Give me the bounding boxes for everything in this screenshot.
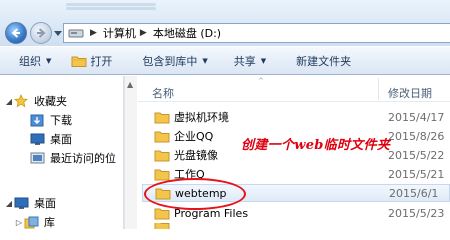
nav-item-downloads[interactable]: 下载 xyxy=(30,111,72,129)
folder-icon xyxy=(154,150,170,161)
command-toolbar: 组织 ▼ 打开 包含到库中 ▼ 共享 ▼ 新建文件夹 xyxy=(0,46,450,75)
share-button[interactable]: 共享 ▼ xyxy=(227,50,273,72)
recent-pages-dropdown-icon[interactable] xyxy=(54,31,62,37)
annotation-text: 创建一个web临时文件夹 xyxy=(241,138,391,153)
desktop-icon xyxy=(14,196,30,210)
folder-icon xyxy=(154,208,170,219)
file-date: 2015/8/26 xyxy=(388,129,445,143)
organize-label: 组织 xyxy=(19,54,41,68)
nav-item-recent-places[interactable]: 最近访问的位 xyxy=(30,149,116,167)
navigation-scrollbar[interactable]: ▲ xyxy=(124,76,137,229)
collapse-arrow-icon[interactable]: ▷ xyxy=(14,218,24,227)
file-date: 2015/5/22 xyxy=(388,148,445,162)
desktop-icon xyxy=(30,132,46,146)
expand-arrow-icon[interactable]: ◢ xyxy=(4,97,14,106)
breadcrumb-computer[interactable]: 计算机 xyxy=(103,25,136,41)
scroll-up-arrow-icon[interactable]: ▲ xyxy=(127,80,133,89)
open-folder-icon xyxy=(71,56,87,67)
navigation-pane: ◢ 收藏夹 下载 桌面 最近访问的位 ◢ 桌面 ▷ 库 xyxy=(0,76,124,229)
chevron-down-icon: ▼ xyxy=(202,56,208,65)
file-row-partial xyxy=(142,223,450,229)
open-label: 打开 xyxy=(90,54,113,68)
include-in-library-button[interactable]: 包含到库中 ▼ xyxy=(135,50,214,72)
title-bar: ▶ 计算机 ▶ 本地磁盘 (D:) xyxy=(0,0,450,46)
folder-icon xyxy=(154,131,170,142)
file-date: 2015/4/17 xyxy=(388,110,445,124)
column-divider[interactable] xyxy=(378,78,379,100)
file-date: 2015/5/21 xyxy=(388,167,445,181)
sort-ascending-icon: ^ xyxy=(258,77,264,85)
new-folder-label: 新建文件夹 xyxy=(296,54,352,68)
nav-label: 最近访问的位 xyxy=(50,152,116,165)
nav-item-desktop[interactable]: 桌面 xyxy=(30,130,72,148)
breadcrumb-local-disk-d[interactable]: 本地磁盘 (D:) xyxy=(153,25,221,41)
star-icon xyxy=(14,94,30,108)
file-row[interactable]: 虚拟机环境 2015/4/17 xyxy=(142,108,450,126)
file-name: 虚拟机环境 xyxy=(174,111,229,124)
open-button[interactable]: 打开 xyxy=(64,50,119,72)
highlight-circle xyxy=(144,178,246,210)
computer-icon xyxy=(68,27,86,39)
share-label: 共享 xyxy=(233,54,256,68)
address-bar[interactable]: ▶ 计算机 ▶ 本地磁盘 (D:) xyxy=(63,23,450,43)
folder-icon xyxy=(154,169,170,180)
chevron-down-icon: ▼ xyxy=(260,56,267,65)
expand-arrow-icon[interactable]: ◢ xyxy=(4,199,14,208)
libraries-icon xyxy=(24,215,40,229)
nav-item-desktop-root[interactable]: ◢ 桌面 xyxy=(4,194,56,212)
breadcrumb-separator-icon[interactable]: ▶ xyxy=(140,28,147,38)
nav-label: 桌面 xyxy=(50,133,72,146)
forward-button[interactable] xyxy=(30,22,52,44)
downloads-folder-icon xyxy=(30,113,46,127)
window-title-ghost xyxy=(66,2,156,12)
file-date: 2015/5/23 xyxy=(388,206,445,220)
back-button[interactable] xyxy=(5,22,27,44)
back-arrow-icon xyxy=(11,28,20,38)
organize-button[interactable]: 组织 ▼ xyxy=(12,50,58,72)
file-date: 2015/6/1 xyxy=(389,186,439,200)
column-header-row: ^ 名称 修改日期 xyxy=(138,76,450,102)
column-header-date-modified[interactable]: 修改日期 xyxy=(388,85,432,101)
nav-label: 下载 xyxy=(50,114,72,127)
nav-item-libraries[interactable]: ▷ 库 xyxy=(14,213,55,231)
nav-label: 库 xyxy=(44,216,55,229)
chevron-down-icon: ▼ xyxy=(46,56,52,65)
new-folder-button[interactable]: 新建文件夹 xyxy=(289,50,358,72)
folder-icon xyxy=(154,112,170,123)
column-header-name[interactable]: 名称 xyxy=(152,85,174,101)
nav-label: 桌面 xyxy=(34,197,56,210)
forward-arrow-icon xyxy=(37,28,46,38)
include-in-library-label: 包含到库中 xyxy=(142,54,198,68)
nav-label: 收藏夹 xyxy=(34,95,67,108)
recent-places-icon xyxy=(30,151,46,165)
breadcrumb-separator-icon[interactable]: ▶ xyxy=(90,28,97,38)
folder-icon xyxy=(154,223,170,229)
nav-item-favorites[interactable]: ◢ 收藏夹 xyxy=(4,92,67,110)
